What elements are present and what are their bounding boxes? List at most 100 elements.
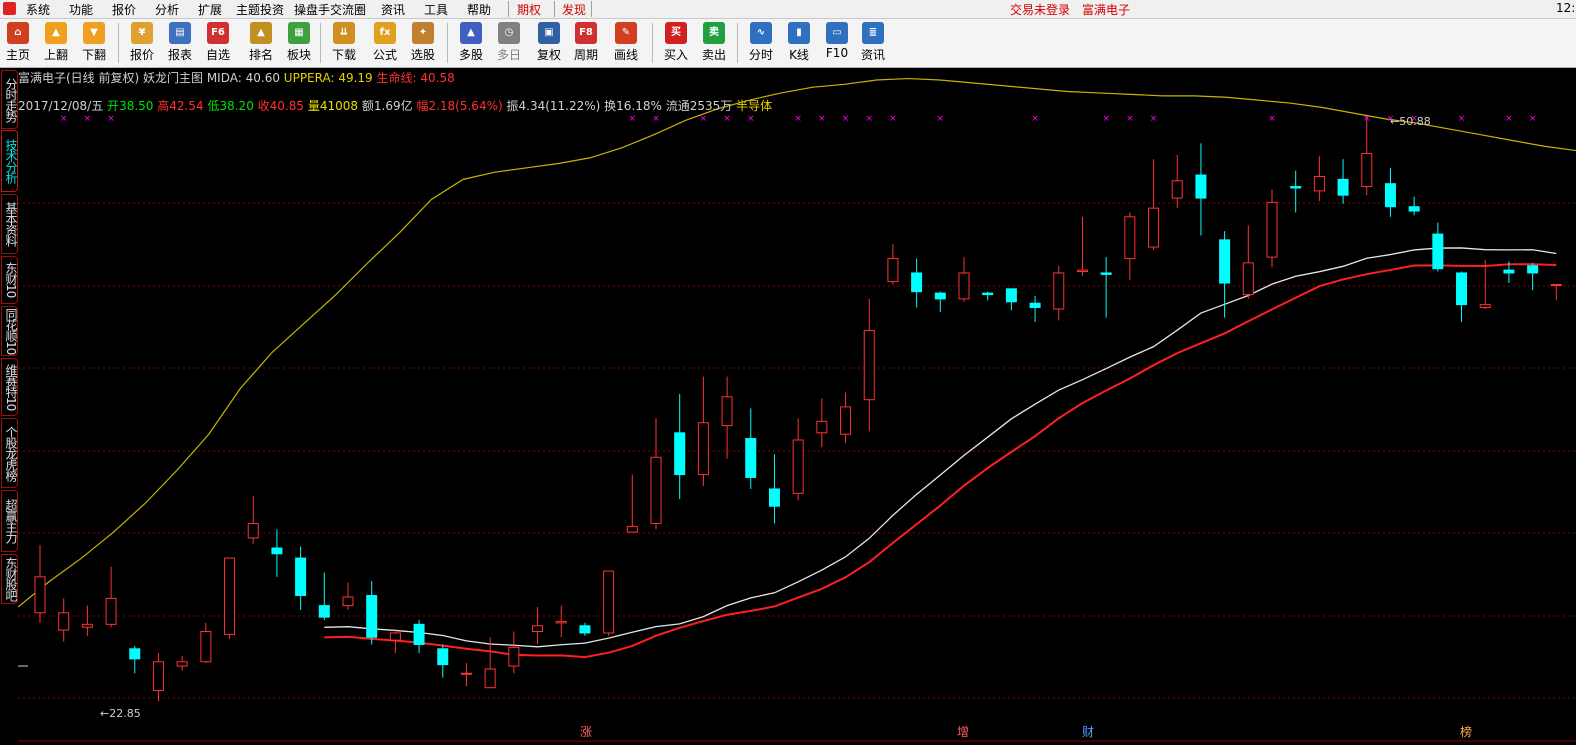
info-amplitude: 振4.34(11.22%): [506, 99, 601, 113]
f8-icon: F8: [575, 22, 597, 44]
candle-body: [863, 330, 875, 401]
candle-body: [1029, 302, 1041, 309]
toolbar-button-label: 买入: [663, 48, 688, 62]
home-icon: ⌂: [7, 22, 29, 44]
sidebar-tab-8[interactable]: 超赢主力: [1, 490, 18, 552]
info-bar: 2017/12/08/五 开38.50 高42.54 低38.20 收40.85…: [18, 97, 772, 114]
candle-body: [1124, 216, 1136, 260]
toolbar-button-label: 报表: [167, 48, 192, 62]
sidebar: 分时走势 技术分析基本资料东财10 同花顺10 维赛特10 个股龙虎榜超赢主力东财股吧: [0, 68, 18, 745]
candle-body: [389, 632, 401, 641]
sidebar-tab-7[interactable]: 个股龙虎榜: [1, 418, 18, 488]
signal-marker: ×: [1126, 114, 1134, 124]
toolbar-button-draw-line[interactable]: ✎ 画线: [608, 21, 644, 67]
toolbar-button-report[interactable]: ▤ 报表: [162, 21, 198, 67]
candle-body: [1408, 206, 1420, 212]
toolbar-button-f8[interactable]: F8 周期: [568, 21, 604, 67]
toolbar-button-sell[interactable]: 卖卖出: [696, 21, 732, 67]
sidebar-tab-9[interactable]: 东财股吧: [1, 554, 18, 604]
candle-body: [295, 557, 307, 597]
candle-body: [1384, 183, 1396, 208]
menu-item-8[interactable]: 资讯: [381, 1, 405, 18]
toolbar-button-label: 多日: [496, 48, 521, 62]
menu-item-10[interactable]: 帮助: [467, 1, 491, 18]
candle-body: [1337, 178, 1349, 196]
sidebar-tab-3[interactable]: 基本资料: [1, 194, 18, 254]
toolbar-button-multi-stock[interactable]: ▲ 多股: [453, 21, 489, 67]
sidebar-tab-2[interactable]: 技术分析: [1, 130, 18, 192]
info-close-label: 收: [257, 99, 270, 113]
toolbar-button-label: 画线: [613, 48, 638, 62]
toolbar-button-label: 排名: [248, 48, 273, 62]
toolbar-button-formula[interactable]: fx 公式: [367, 21, 403, 67]
candle-body: [603, 570, 615, 634]
price-annotation-high: ←50.88: [1390, 115, 1431, 128]
toolbar-button-kline[interactable]: ▮ K线: [781, 21, 817, 67]
candle-body: [58, 612, 70, 631]
toolbar-button-label: 下载: [331, 48, 356, 62]
login-status[interactable]: 交易未登录: [1010, 1, 1070, 18]
toolbar-button-arrow-up[interactable]: ▲ 上翻: [38, 21, 74, 67]
current-stock-name: 富满电子: [1082, 3, 1131, 17]
candle-body: [579, 625, 591, 634]
info-close: 40.85: [269, 99, 305, 113]
kline-chart[interactable]: × × × × × × × × × × × × × × × × × × × × × × × × × ←22.85←50.88 涨…: [18, 68, 1576, 745]
menu-item-6[interactable]: 主题投资: [236, 1, 284, 18]
signal-marker: ×: [1150, 114, 1158, 124]
buy-icon: 买: [665, 22, 687, 44]
sidebar-tab-6[interactable]: 维赛特10: [1, 358, 18, 416]
sell-icon: 卖: [703, 22, 725, 44]
menu-item-5[interactable]: 扩展: [198, 1, 222, 18]
menu-item-discover[interactable]: 发现: [562, 1, 586, 18]
f10-icon: ▭: [826, 22, 848, 44]
toolbar-button-f10[interactable]: ▭ F10: [819, 21, 855, 67]
sidebar-tab-1[interactable]: 分时走势: [1, 70, 18, 129]
info-float: 流通2535万: [665, 99, 733, 113]
toolbar-button-stock-picker[interactable]: ✦ 选股: [405, 21, 441, 67]
toolbar-button-yen[interactable]: ¥ 报价: [124, 21, 160, 67]
rank-icon: ▲: [250, 22, 272, 44]
toolbar-button-home[interactable]: ⌂ 主页: [0, 21, 36, 67]
menu-item-1[interactable]: 系统: [26, 1, 50, 18]
candle-body: [1148, 207, 1160, 248]
news-icon: ≣: [862, 22, 884, 44]
signal-marker: ×: [60, 114, 68, 124]
toolbar-button-label: 上翻: [43, 48, 68, 62]
toolbar-button-label: 资讯: [860, 48, 885, 62]
toolbar-button-f6[interactable]: F6 自选: [200, 21, 236, 67]
toolbar-button-arrow-down[interactable]: ▼ 下翻: [76, 21, 112, 67]
toolbar-button-download[interactable]: ⇊ 下载: [326, 21, 362, 67]
candle-body: [1076, 269, 1088, 273]
menu-item-7[interactable]: 操盘手交流圈: [294, 1, 366, 18]
menu-item-2[interactable]: 功能: [69, 1, 93, 18]
candle-body: [1171, 180, 1183, 199]
toolbar-button-buy[interactable]: 买买入: [658, 21, 694, 67]
toolbar-button-multi-day[interactable]: ◷ 多日: [491, 21, 527, 67]
intraday-icon: ∿: [750, 22, 772, 44]
toolbar-button-intraday[interactable]: ∿ 分时: [743, 21, 779, 67]
menu-item-9[interactable]: 工具: [424, 1, 448, 18]
signal-marker: ×: [747, 114, 755, 124]
sidebar-tab-4[interactable]: 东财10: [1, 256, 18, 304]
toolbar-button-rank[interactable]: ▲ 排名: [243, 21, 279, 67]
candle-body: [674, 432, 686, 476]
multi-stock-icon: ▲: [460, 22, 482, 44]
toolbar-button-news[interactable]: ≣ 资讯: [855, 21, 891, 67]
info-vol-label: 量: [307, 99, 320, 113]
menu-separator: [554, 1, 555, 17]
menu-item-4[interactable]: 分析: [155, 1, 179, 18]
yen-icon: ¥: [131, 22, 153, 44]
bottom-marker: 涨: [580, 724, 592, 739]
info-open-label: 开: [107, 99, 120, 113]
candle-body: [982, 292, 994, 296]
candle-body: [1100, 272, 1112, 275]
toolbar-button-label: 公式: [372, 48, 397, 62]
sidebar-tab-5[interactable]: 同花顺10: [1, 306, 18, 356]
toolbar: ⌂ 主页 ▲ 上翻 ▼ 下翻 ¥ 报价 ▤ 报表 F6 自选 ▲ 排名 ▦ 板块 ⇊ 下载 fx 公式 ✦ 选股 ▲ 多股 ◷ 多…: [0, 19, 1576, 68]
menu-item-3[interactable]: 报价: [112, 1, 136, 18]
toolbar-button-adjust[interactable]: ▣ 复权: [531, 21, 567, 67]
uppera-label: UPPERA: 49.19: [283, 71, 373, 85]
menu-item-options[interactable]: 期权: [517, 1, 541, 18]
candle-body: [1290, 186, 1302, 189]
toolbar-button-sector[interactable]: ▦ 板块: [281, 21, 317, 67]
